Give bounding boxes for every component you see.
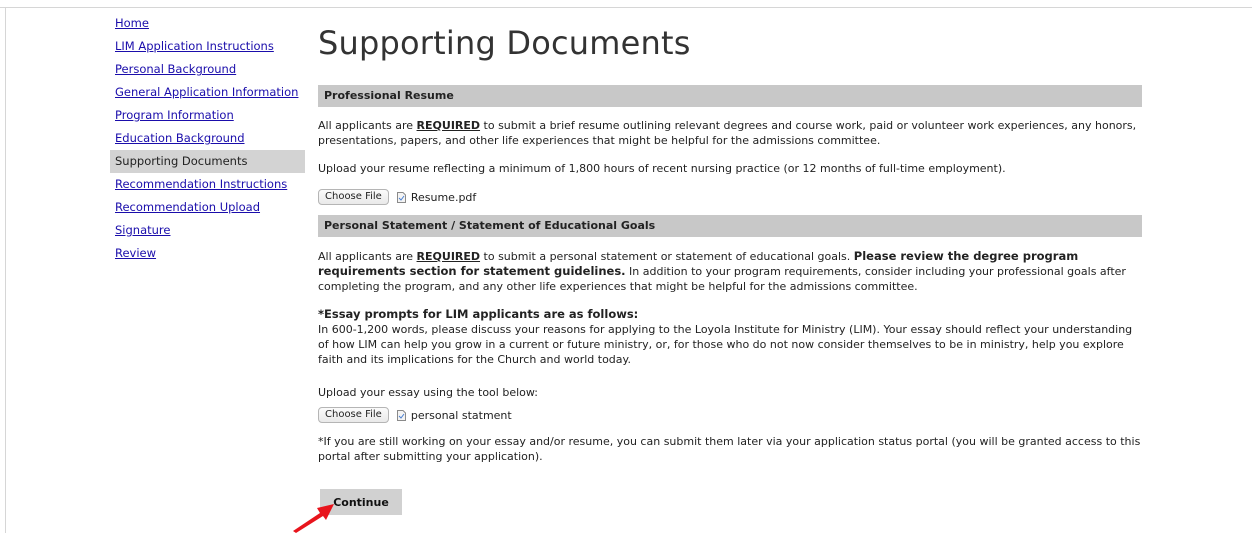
sidebar-item-home[interactable]: Home: [110, 12, 305, 35]
statement-requirement-mid: to submit a personal statement or statem…: [480, 250, 854, 263]
submission-later-note: *If you are still working on your essay …: [318, 435, 1141, 463]
sidebar-item-program-information[interactable]: Program Information: [110, 104, 305, 127]
essay-upload-instruction: Upload your essay using the tool below:: [318, 386, 538, 399]
file-icon: [396, 191, 406, 203]
sidebar-item-education-background[interactable]: Education Background: [110, 127, 305, 150]
essay-choose-file-button[interactable]: Choose File: [318, 407, 389, 423]
sidebar-item-recommendation-instructions[interactable]: Recommendation Instructions: [110, 173, 305, 196]
window-left-border: [5, 7, 6, 533]
resume-choose-file-button[interactable]: Choose File: [318, 189, 389, 205]
sidebar-item-supporting-documents: Supporting Documents: [110, 150, 305, 173]
statement-requirement-text: All applicants are REQUIRED to submit a …: [318, 249, 1142, 294]
resume-file-name: Resume.pdf: [410, 190, 477, 204]
sidebar-item-lim-application-instructions[interactable]: LIM Application Instructions: [110, 35, 305, 58]
resume-file-input: Choose File Resume.pdf: [318, 188, 476, 206]
sidebar-item-recommendation-upload[interactable]: Recommendation Upload: [110, 196, 305, 219]
statement-requirement-lead: All applicants are: [318, 250, 417, 263]
sidebar-nav: Home LIM Application Instructions Person…: [110, 12, 305, 265]
page-title: Supporting Documents: [318, 24, 691, 62]
resume-requirement-text: All applicants are REQUIRED to submit a …: [318, 118, 1142, 148]
required-emphasis: REQUIRED: [416, 119, 481, 132]
sidebar-item-review[interactable]: Review: [110, 242, 305, 265]
required-emphasis: REQUIRED: [416, 250, 481, 263]
resume-section-header: Professional Resume: [318, 85, 1142, 107]
essay-prompt-block: *Essay prompts for LIM applicants are as…: [318, 307, 1142, 367]
essay-prompt-body: In 600-1,200 words, please discuss your …: [318, 323, 1133, 366]
sidebar-item-general-application-information[interactable]: General Application Information: [110, 81, 305, 104]
file-icon: [396, 409, 406, 421]
essay-prompt-heading: *Essay prompts for LIM applicants are as…: [318, 307, 639, 321]
window-top-border: [0, 7, 1252, 8]
statement-section-header: Personal Statement / Statement of Educat…: [318, 215, 1142, 237]
essay-file-name: personal statment: [410, 408, 512, 422]
sidebar-item-signature[interactable]: Signature: [110, 219, 305, 242]
resume-upload-instruction: Upload your resume reflecting a minimum …: [318, 162, 1006, 175]
red-arrow-icon: [293, 504, 334, 533]
essay-file-input: Choose File personal statment: [318, 406, 512, 424]
resume-requirement-lead: All applicants are: [318, 119, 417, 132]
sidebar-item-personal-background[interactable]: Personal Background: [110, 58, 305, 81]
